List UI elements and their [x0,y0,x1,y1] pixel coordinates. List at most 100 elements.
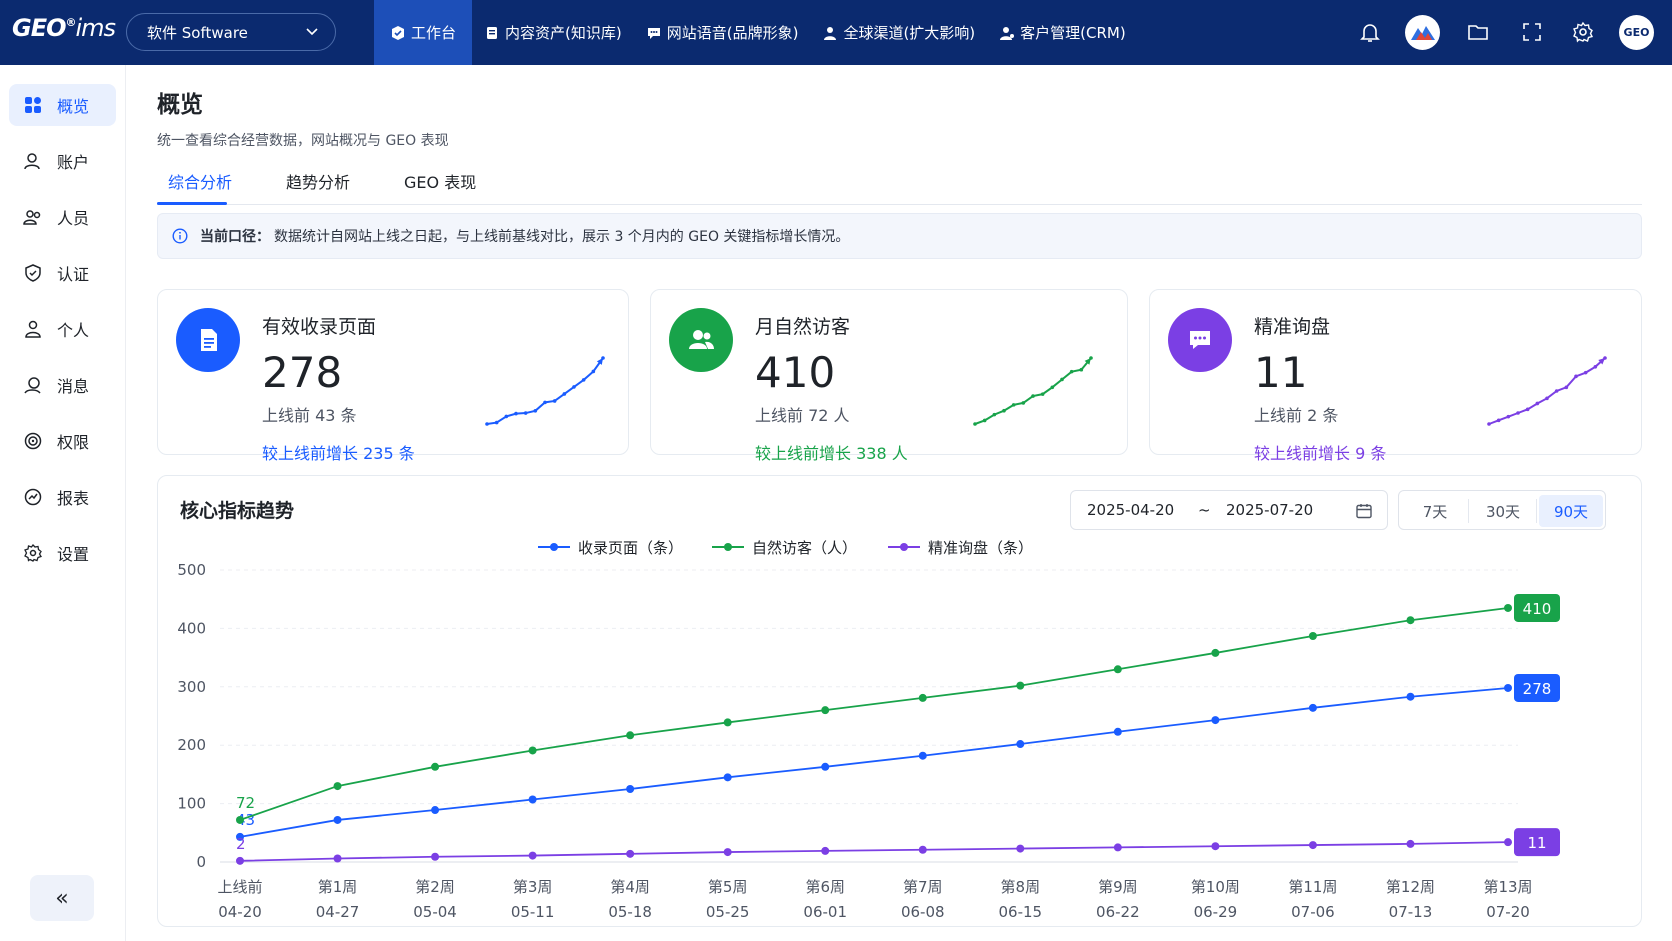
series-point[interactable] [236,815,244,824]
series-point[interactable] [528,795,537,804]
series-point[interactable] [918,845,927,854]
range-30d-button[interactable]: 30天 [1471,495,1535,527]
nav-item-workbench[interactable]: 工作台 [374,0,473,65]
sidebar-item-settings[interactable]: 设置 [9,532,116,574]
info-label: 当前口径： [200,229,270,245]
sidebar-item-personal[interactable]: 个人 [9,308,116,350]
series-point[interactable] [626,785,635,793]
nav-item-global-channels[interactable]: 全球渠道(扩大影响) [810,0,987,65]
series-point[interactable] [1308,703,1317,712]
series-point[interactable] [1406,616,1415,625]
series-point[interactable] [1211,648,1220,657]
sidebar-item-account[interactable]: 账户 [9,140,116,182]
range-selector: 7天 30天 90天 [1398,490,1606,530]
x-tick-date: 05-11 [511,903,555,921]
series-point[interactable] [821,846,830,855]
grid-icon [25,97,41,113]
x-tick-date: 06-01 [803,903,847,921]
series-point[interactable] [1016,740,1025,749]
nav-item-crm[interactable]: 客户管理(CRM) [987,0,1138,65]
card-icon-circle [1168,308,1232,372]
series-point[interactable] [236,856,244,865]
range-90d-button[interactable]: 90天 [1539,495,1603,527]
series-point[interactable] [431,852,440,861]
series-point[interactable] [1504,683,1512,692]
sidebar-item-verify[interactable]: 认证 [9,252,116,294]
tab-overall-analysis[interactable]: 综合分析 [168,169,232,193]
series-point[interactable] [431,806,440,815]
range-7d-button[interactable]: 7天 [1403,495,1467,527]
person-icon [25,320,41,338]
sparkline-point [1516,411,1520,415]
product-selector[interactable]: 软件 Software [126,13,336,51]
series-point[interactable] [1406,839,1415,848]
series-point[interactable] [431,762,440,771]
nav-item-content-assets[interactable]: 内容资产(知识库) [472,0,634,65]
card-baseline: 上线前 72 人 [755,406,850,425]
series-point[interactable] [821,762,830,771]
series-point[interactable] [1211,716,1220,725]
series-point[interactable] [918,693,927,702]
sidebar-item-overview[interactable]: 概览 [9,84,116,126]
date-range-picker[interactable]: 2025-04-20 ~ 2025-07-20 [1070,490,1388,530]
trend-chart-card: 核心指标趋势 2025-04-20 ~ 2025-07-20 7天 30天 90… [157,475,1642,927]
legend-item-organic-visitors[interactable]: 自然访客（人） [712,536,857,558]
sparkline-point [1525,407,1530,412]
tab-geo-performance[interactable]: GEO 表现 [404,169,476,193]
x-tick-label: 第2周 [415,878,455,896]
brand-avatar[interactable] [1405,15,1440,50]
series-point[interactable] [821,706,830,715]
top-navigation-bar: GEO®ims 软件 Software 工作台 内容资产(知识库) 网站语音(品… [0,0,1672,65]
nav-item-label: 网站语音(品牌形象) [666,24,799,42]
series-point[interactable] [1406,692,1415,701]
series-point[interactable] [528,851,537,860]
sparkline-point [1506,414,1511,419]
tab-trend-analysis[interactable]: 趋势分析 [286,169,350,193]
series-point[interactable] [1016,844,1025,853]
series-point[interactable] [333,815,342,824]
bell-icon[interactable] [1358,20,1382,44]
series-point[interactable] [1308,841,1317,850]
series-point[interactable] [626,731,635,740]
series-point[interactable] [723,848,732,857]
fullscreen-icon[interactable] [1520,20,1544,44]
app-logo[interactable]: GEO®ims [12,14,116,42]
series-point[interactable] [1504,838,1512,847]
legend-marker [712,543,744,551]
sidebar-collapse-button[interactable]: « [30,875,94,921]
folder-icon[interactable] [1466,20,1490,44]
series-point[interactable] [333,782,342,791]
series-point[interactable] [1113,843,1122,852]
sparkline-path [974,357,1092,425]
series-point[interactable] [723,718,732,727]
series-point[interactable] [1211,842,1220,851]
series-point[interactable] [723,773,732,782]
sidebar-item-people[interactable]: 人员 [9,196,116,238]
series-point[interactable] [1504,603,1512,612]
series-point[interactable] [1308,631,1317,640]
sidebar-item-reports[interactable]: 报表 [9,476,116,518]
series-point[interactable] [918,751,927,760]
y-tick-label: 100 [177,795,206,813]
legend-item-inquiries[interactable]: 精准询盘（条） [888,536,1033,558]
gear-icon[interactable] [1571,20,1595,44]
sparkline-point [514,411,518,416]
series-point[interactable] [333,854,342,863]
series-point[interactable] [1113,727,1122,736]
sparkline-point [1002,408,1006,413]
end-value-label: 278 [1523,680,1552,698]
sidebar-item-permissions[interactable]: 权限 [9,420,116,462]
sparkline-point [485,422,489,426]
sparkline-point [533,409,538,413]
user-avatar[interactable]: GEO [1619,15,1654,50]
series-point[interactable] [528,746,537,755]
legend-item-indexed-pages[interactable]: 收录页面（条） [538,536,683,558]
nav-item-site-voice[interactable]: 网站语音(品牌形象) [634,0,811,65]
nav-item-label: 全球渠道(扩大影响) [843,24,976,42]
page-subtitle: 统一查看综合经营数据，网站概况与 GEO 表现 [157,133,449,149]
sidebar-item-messages[interactable]: 消息 [9,364,116,406]
series-point[interactable] [626,849,635,858]
sparkline-point [1069,369,1074,374]
series-point[interactable] [1016,681,1025,690]
series-point[interactable] [1113,665,1122,674]
